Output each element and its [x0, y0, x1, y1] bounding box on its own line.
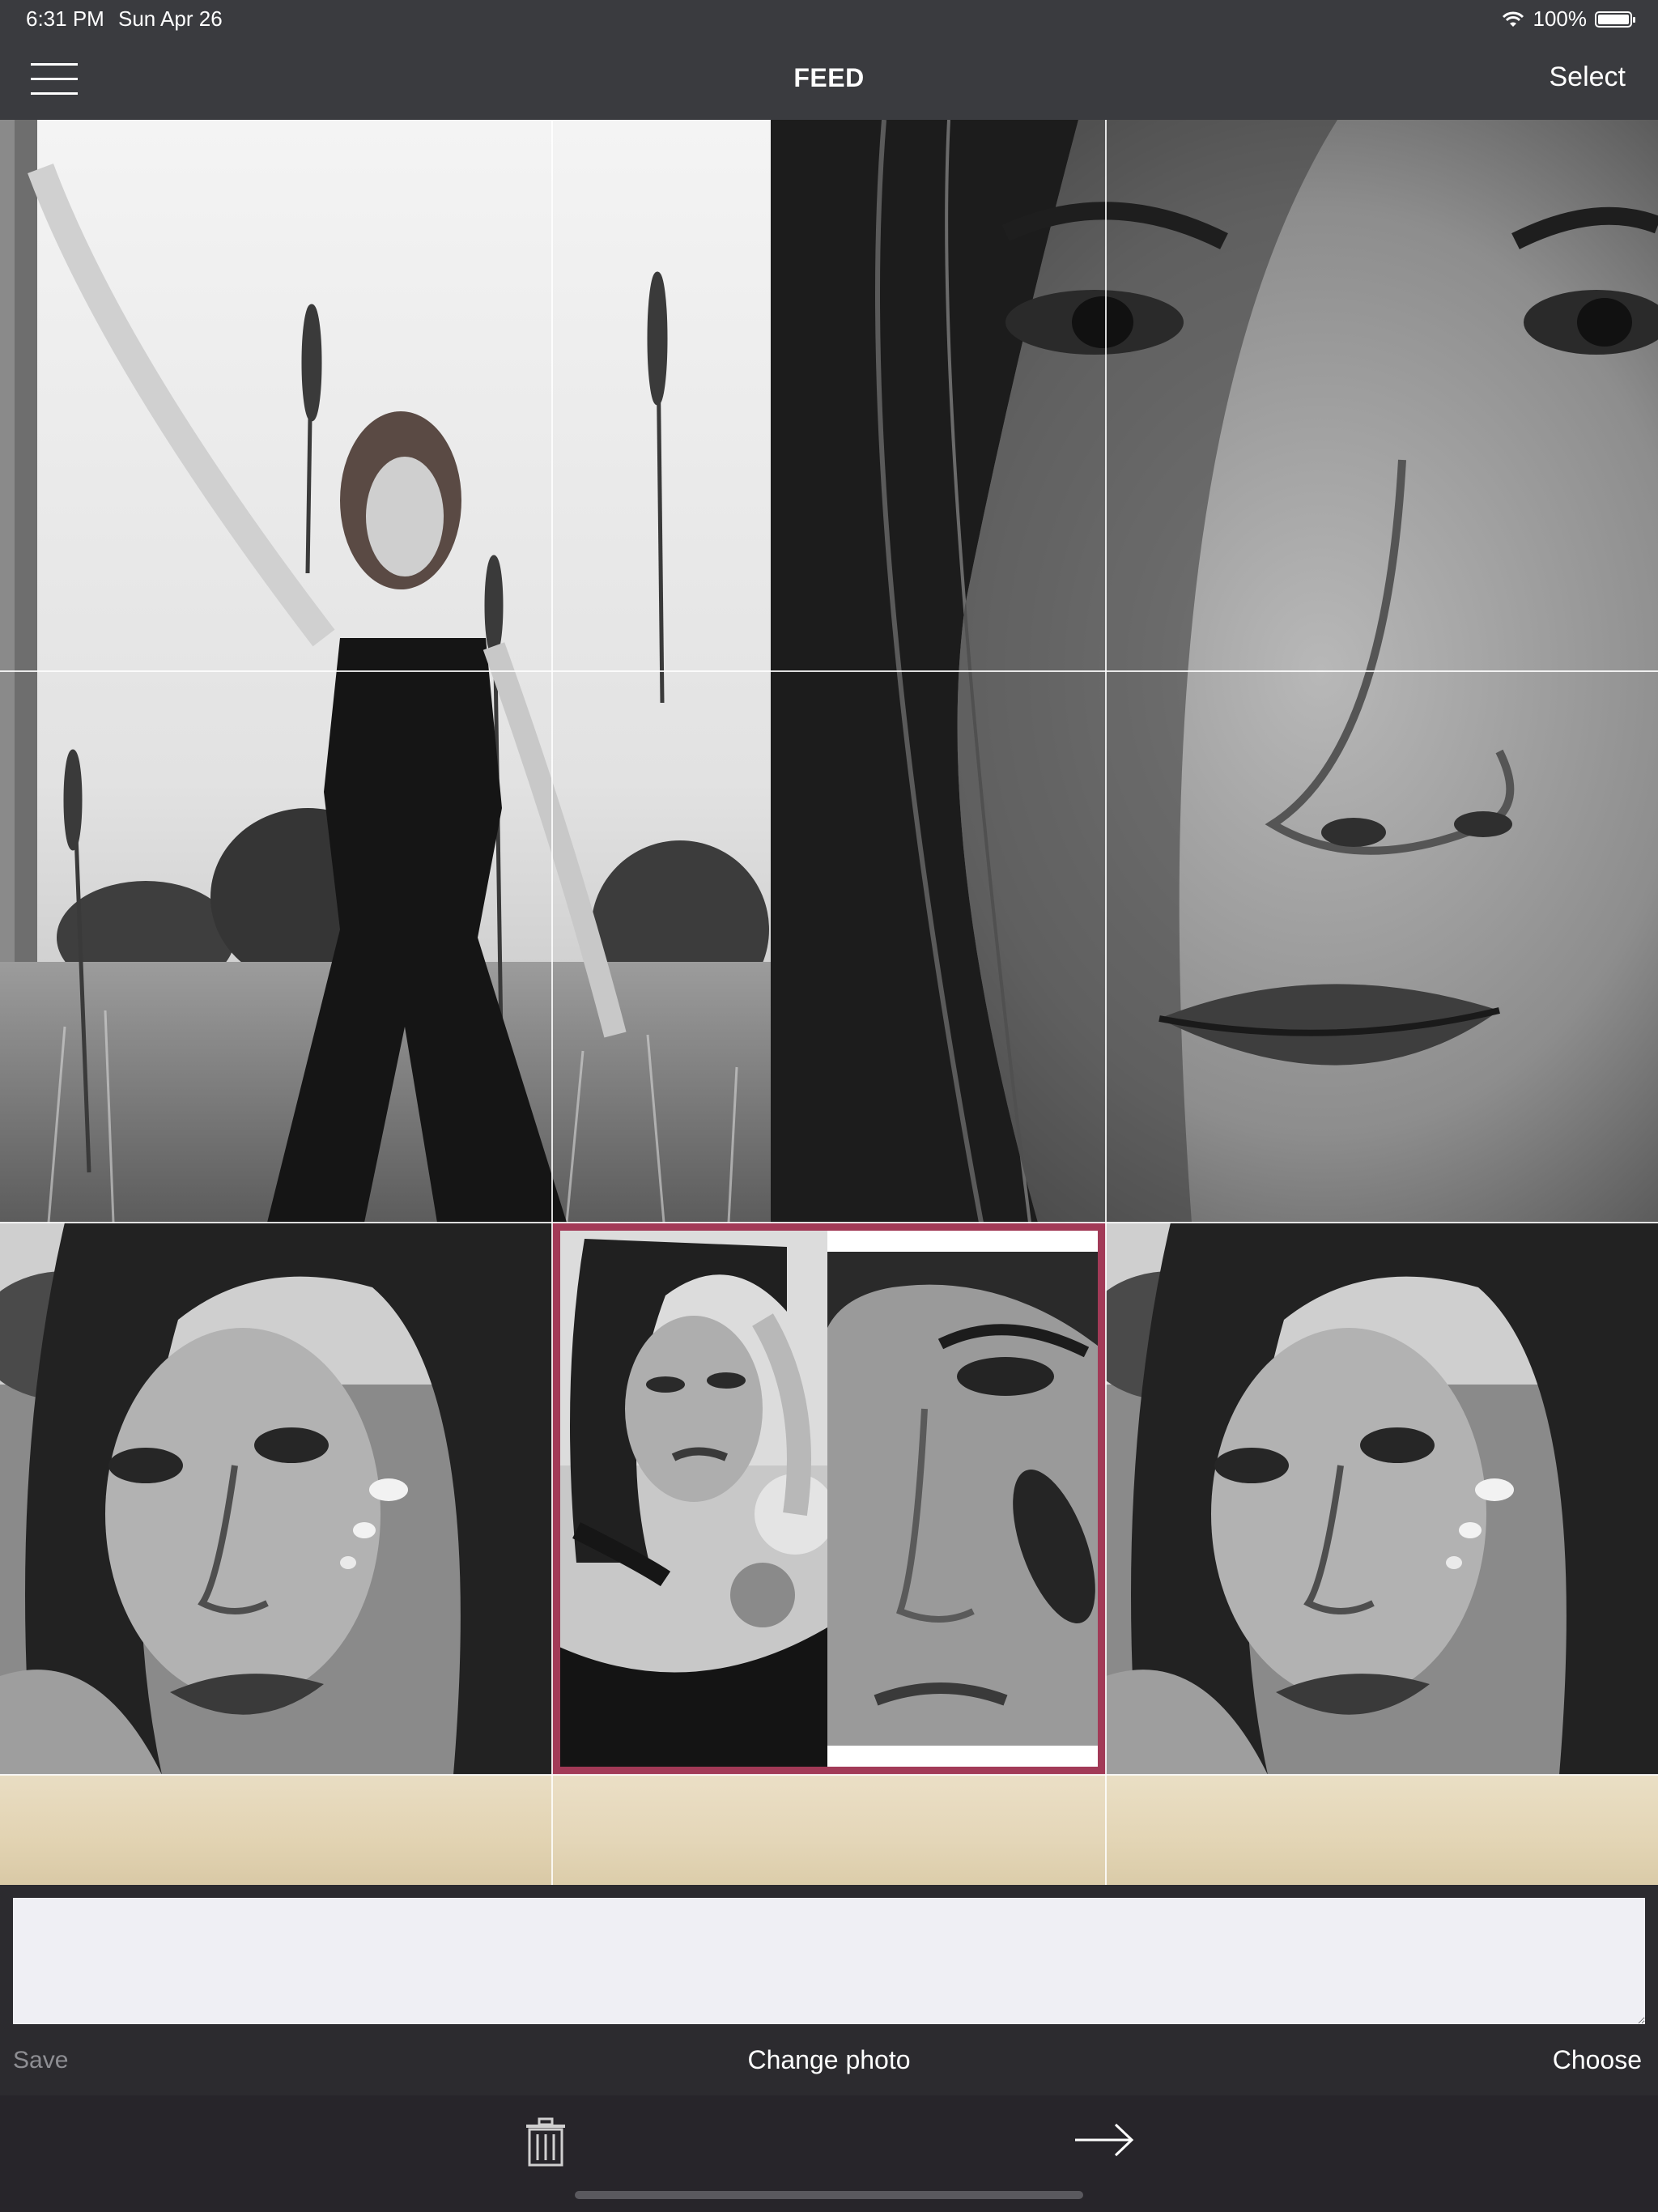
- grid-tile-paper-1[interactable]: [0, 1775, 552, 1885]
- caption-area: Save Change photo Choose: [0, 1885, 1658, 2095]
- battery-icon: [1595, 11, 1635, 28]
- grid-guide-horizontal-3: [0, 1774, 1658, 1776]
- grid-tile-face-right[interactable]: [1106, 1223, 1658, 1775]
- status-right: 100%: [1501, 6, 1635, 32]
- arrow-right-icon[interactable]: [1073, 2120, 1135, 2160]
- wifi-icon: [1502, 11, 1524, 27]
- grid-guide-vertical-1: [551, 120, 553, 1885]
- grid-tile-collage-selected[interactable]: [552, 1223, 1106, 1775]
- photo-collage: [552, 1223, 1106, 1775]
- photo-grid: [0, 120, 1658, 1885]
- status-time: 6:31 PM: [26, 6, 104, 31]
- status-date: Sun Apr 26: [118, 6, 223, 31]
- status-bar: 6:31 PM Sun Apr 26 100%: [0, 0, 1658, 39]
- grid-tile-paper-3[interactable]: [1106, 1775, 1658, 1885]
- change-photo-button[interactable]: Change photo: [0, 2045, 1658, 2075]
- grid-guide-vertical-2: [1105, 120, 1107, 1885]
- page-title: FEED: [793, 63, 865, 92]
- battery-percent: 100%: [1533, 6, 1588, 31]
- choose-button[interactable]: Choose: [1553, 2045, 1642, 2075]
- select-button[interactable]: Select: [1550, 62, 1626, 93]
- photo-face-left: [0, 1223, 552, 1775]
- grid-tile-face-left[interactable]: [0, 1223, 552, 1775]
- trash-icon[interactable]: [521, 2116, 570, 2168]
- caption-field[interactable]: [13, 1898, 1645, 2024]
- photo-face-right: [1106, 1223, 1658, 1775]
- grid-tile-paper-2[interactable]: [552, 1775, 1106, 1885]
- bottom-toolbar: [0, 2095, 1658, 2212]
- grid-guide-horizontal-1: [0, 670, 1658, 672]
- home-indicator: [575, 2191, 1083, 2199]
- grid-guide-horizontal-2: [0, 1222, 1658, 1223]
- nav-bar: FEED Select: [0, 39, 1658, 120]
